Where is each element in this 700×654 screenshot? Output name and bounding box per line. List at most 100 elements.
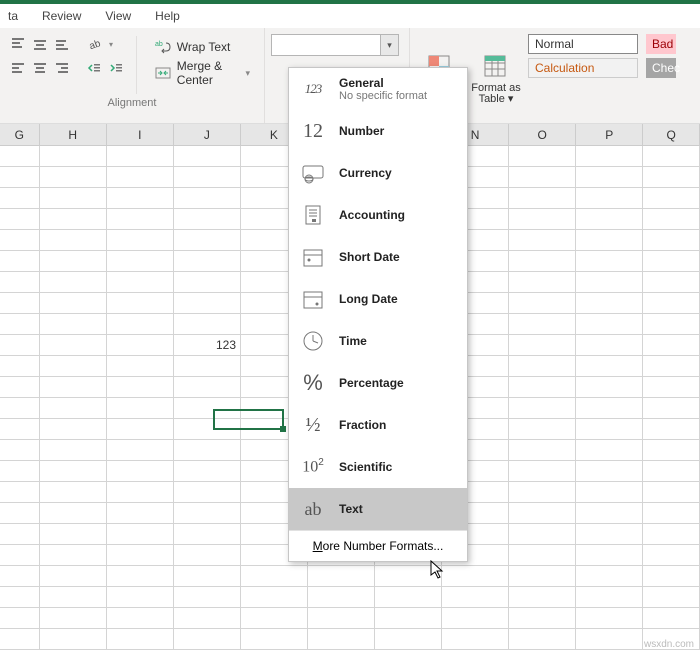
cell[interactable] (442, 629, 509, 650)
cell[interactable] (509, 461, 576, 482)
cell[interactable] (509, 293, 576, 314)
menu-view[interactable]: View (105, 9, 131, 23)
cell[interactable] (107, 440, 174, 461)
cell[interactable] (576, 461, 643, 482)
cell[interactable] (643, 251, 700, 272)
cell[interactable] (40, 377, 107, 398)
cell[interactable] (174, 587, 241, 608)
number-format-option-scientific[interactable]: 102Scientific (289, 446, 467, 488)
cell[interactable] (643, 167, 700, 188)
cell[interactable] (107, 251, 174, 272)
cell[interactable] (40, 440, 107, 461)
cell[interactable] (40, 608, 107, 629)
cell[interactable] (576, 167, 643, 188)
cell[interactable] (442, 587, 509, 608)
cell[interactable] (107, 377, 174, 398)
cell[interactable] (509, 272, 576, 293)
cell[interactable] (174, 377, 241, 398)
cell[interactable] (241, 608, 308, 629)
cell[interactable] (576, 482, 643, 503)
cell[interactable] (509, 146, 576, 167)
cell[interactable] (509, 440, 576, 461)
number-format-option-currency[interactable]: Currency (289, 152, 467, 194)
cell[interactable] (40, 629, 107, 650)
cell[interactable] (107, 482, 174, 503)
cell[interactable] (174, 440, 241, 461)
cell[interactable] (576, 335, 643, 356)
cell[interactable] (509, 167, 576, 188)
menu-data-partial[interactable]: ta (8, 9, 18, 23)
cell[interactable] (509, 398, 576, 419)
cell[interactable] (643, 461, 700, 482)
cell[interactable] (107, 398, 174, 419)
style-check-partial[interactable]: Chec (646, 58, 676, 78)
cell[interactable] (576, 503, 643, 524)
cell[interactable] (308, 608, 375, 629)
cell[interactable] (643, 335, 700, 356)
cell[interactable] (643, 146, 700, 167)
cell[interactable] (0, 209, 40, 230)
increase-indent-button[interactable] (106, 58, 126, 78)
cell[interactable] (40, 545, 107, 566)
cell[interactable] (643, 419, 700, 440)
cell[interactable] (576, 524, 643, 545)
cell[interactable] (576, 272, 643, 293)
cell[interactable] (107, 608, 174, 629)
cell[interactable] (576, 398, 643, 419)
style-calculation[interactable]: Calculation (528, 58, 638, 78)
cell[interactable] (509, 314, 576, 335)
cell[interactable] (576, 608, 643, 629)
cell[interactable] (643, 314, 700, 335)
align-center-button[interactable] (30, 58, 50, 78)
cell[interactable] (174, 629, 241, 650)
cell[interactable] (40, 251, 107, 272)
cell[interactable] (0, 314, 40, 335)
cell[interactable] (643, 230, 700, 251)
number-format-option-time[interactable]: Time (289, 320, 467, 362)
cell[interactable] (0, 608, 40, 629)
cell[interactable] (107, 188, 174, 209)
cell[interactable] (0, 419, 40, 440)
cell[interactable] (576, 230, 643, 251)
cell[interactable] (174, 167, 241, 188)
cell[interactable] (174, 398, 241, 419)
cell[interactable] (174, 566, 241, 587)
orientation-chevron[interactable]: ▾ (106, 34, 116, 54)
cell[interactable] (576, 356, 643, 377)
cell[interactable] (576, 251, 643, 272)
cell[interactable] (643, 293, 700, 314)
cell[interactable] (308, 566, 375, 587)
cell[interactable] (107, 209, 174, 230)
cell[interactable] (375, 587, 442, 608)
cell[interactable] (107, 146, 174, 167)
cell[interactable] (40, 587, 107, 608)
cell[interactable] (643, 482, 700, 503)
cell[interactable] (509, 419, 576, 440)
cell[interactable] (174, 524, 241, 545)
cell[interactable] (241, 629, 308, 650)
number-format-chevron[interactable]: ▾ (380, 35, 398, 55)
cell[interactable] (509, 230, 576, 251)
cell[interactable] (308, 629, 375, 650)
cell[interactable] (509, 482, 576, 503)
column-header-G[interactable]: G (0, 124, 40, 145)
cell[interactable] (576, 146, 643, 167)
cell[interactable] (643, 608, 700, 629)
cell[interactable] (509, 524, 576, 545)
number-format-option-short-date[interactable]: Short Date (289, 236, 467, 278)
cell[interactable] (576, 566, 643, 587)
cell[interactable] (509, 188, 576, 209)
cell[interactable] (241, 587, 308, 608)
cell[interactable] (40, 272, 107, 293)
number-format-dropdown[interactable]: ▾ (271, 34, 399, 56)
cell[interactable] (174, 419, 241, 440)
cell[interactable] (576, 419, 643, 440)
cell[interactable] (107, 230, 174, 251)
cell[interactable] (576, 209, 643, 230)
number-format-option-long-date[interactable]: Long Date (289, 278, 467, 320)
align-top-button[interactable] (8, 34, 28, 54)
cell[interactable] (442, 566, 509, 587)
menu-review[interactable]: Review (42, 9, 81, 23)
cell[interactable] (174, 503, 241, 524)
cell[interactable] (0, 629, 40, 650)
